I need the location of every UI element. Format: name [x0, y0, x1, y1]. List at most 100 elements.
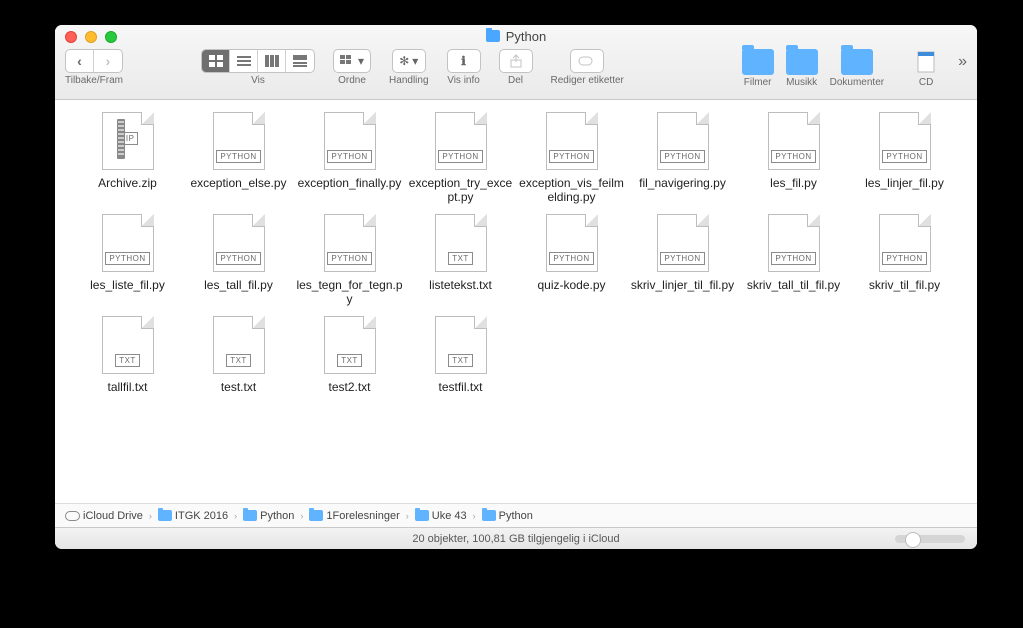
file-label: listetekst.txt	[429, 278, 492, 292]
zoom-button[interactable]	[105, 31, 117, 43]
file-item[interactable]: PYTHONskriv_tall_til_fil.py	[739, 214, 848, 306]
folder-icon	[158, 510, 172, 521]
toolbar-overflow-button[interactable]: »	[958, 49, 967, 71]
shortcut-label: Filmer	[744, 77, 772, 88]
path-separator-icon: ›	[149, 511, 152, 521]
file-label: les_liste_fil.py	[90, 278, 165, 292]
path-label: iCloud Drive	[83, 510, 143, 522]
file-item[interactable]: TXTtest2.txt	[295, 316, 404, 394]
path-segment[interactable]: iCloud Drive	[65, 510, 143, 522]
tag-icon	[578, 55, 596, 67]
file-label: skriv_linjer_til_fil.py	[631, 278, 734, 292]
minimize-button[interactable]	[85, 31, 97, 43]
file-kind-badge: PYTHON	[660, 150, 704, 163]
file-label: test.txt	[221, 380, 256, 394]
path-segment[interactable]: ITGK 2016	[158, 510, 228, 522]
file-kind-badge: PYTHON	[327, 252, 371, 265]
file-item[interactable]: PYTHONles_fil.py	[739, 112, 848, 204]
close-button[interactable]	[65, 31, 77, 43]
file-icon: TXT	[435, 214, 487, 272]
share-button[interactable]	[499, 49, 533, 73]
file-icon: PYTHON	[546, 214, 598, 272]
file-icon: TXT	[213, 316, 265, 374]
arrange-button[interactable]: ▾	[333, 49, 371, 73]
view-coverflow-button[interactable]	[286, 50, 314, 72]
file-kind-badge: TXT	[226, 354, 251, 367]
view-columns-button[interactable]	[258, 50, 286, 72]
file-kind-badge: PYTHON	[882, 150, 926, 163]
file-label: les_fil.py	[770, 176, 817, 190]
file-icon: PYTHON	[324, 214, 376, 272]
file-label: tallfil.txt	[107, 380, 147, 394]
file-item[interactable]: TXTtestfil.txt	[406, 316, 515, 394]
file-label: skriv_til_fil.py	[869, 278, 940, 292]
file-item[interactable]: PYTHONfil_navigering.py	[628, 112, 737, 204]
view-icons-button[interactable]	[202, 50, 230, 72]
info-button[interactable]: ℹ︎	[447, 49, 481, 73]
forward-button[interactable]: ›	[94, 50, 122, 72]
folder-icon	[243, 510, 257, 521]
share-label: Del	[508, 75, 523, 86]
file-icon: PYTHON	[879, 112, 931, 170]
file-item[interactable]: PYTHON skriv_til_fil.py	[850, 214, 959, 306]
file-item[interactable]: TXT test.txt	[184, 316, 293, 394]
file-item[interactable]: PYTHONles_tegn_for_tegn.py	[295, 214, 404, 306]
view-group: Vis	[201, 49, 315, 86]
file-item[interactable]: TXT listetekst.txt	[406, 214, 515, 306]
action-button[interactable]: ✻▾	[392, 49, 426, 73]
shortcut-musikk[interactable]: Musikk	[786, 49, 818, 88]
file-icon: PYTHON	[879, 214, 931, 272]
path-separator-icon: ›	[300, 511, 303, 521]
titlebar: Python ‹ › Tilbake/Fram	[55, 25, 977, 100]
back-button[interactable]: ‹	[66, 50, 94, 72]
file-item[interactable]: PYTHON les_liste_fil.py	[73, 214, 182, 306]
file-item[interactable]: PYTHONexception_try_except.py	[406, 112, 515, 204]
file-item[interactable]: PYTHON skriv_linjer_til_fil.py	[628, 214, 737, 306]
finder-window: Python ‹ › Tilbake/Fram	[55, 25, 977, 549]
file-label: exception_else.py	[190, 176, 286, 190]
shortcut-filmer[interactable]: Filmer	[742, 49, 774, 88]
file-item[interactable]: TXTtallfil.txt	[73, 316, 182, 394]
folder-icon	[742, 49, 774, 75]
path-segment[interactable]: Python	[243, 510, 294, 522]
path-label: Uke 43	[432, 510, 467, 522]
path-label: Python	[260, 510, 294, 522]
file-item[interactable]: PYTHONexception_finally.py	[295, 112, 404, 204]
file-icon: PYTHON	[102, 214, 154, 272]
file-item[interactable]: PYTHONquiz-kode.py	[517, 214, 626, 306]
file-kind-badge: TXT	[448, 252, 473, 265]
path-segment[interactable]: Python	[482, 510, 533, 522]
path-bar: iCloud Drive › ITGK 2016 › Python › 1Forelesni…	[55, 503, 977, 527]
cd-group: CD	[912, 49, 940, 88]
file-icon: PYTHON	[213, 214, 265, 272]
cd-label: CD	[919, 77, 933, 88]
file-label: Archive.zip	[98, 176, 157, 190]
file-label: exception_try_except.py	[407, 176, 515, 204]
tags-label: Rediger etiketter	[551, 75, 624, 86]
cd-icon[interactable]	[912, 49, 940, 75]
file-item[interactable]: PYTHONles_linjer_fil.py	[850, 112, 959, 204]
file-icon: ZIP	[102, 112, 154, 170]
shortcut-dokumenter[interactable]: Dokumenter	[830, 49, 884, 88]
file-label: testfil.txt	[438, 380, 482, 394]
file-grid: ZIPArchive.zipPYTHONexception_else.pyPYT…	[55, 100, 977, 503]
file-kind-badge: PYTHON	[660, 252, 704, 265]
view-list-button[interactable]	[230, 50, 258, 72]
file-icon: PYTHON	[657, 112, 709, 170]
file-item[interactable]: PYTHONexception_vis_feilmelding.py	[517, 112, 626, 204]
tags-button[interactable]	[570, 49, 604, 73]
file-item[interactable]: PYTHONexception_else.py	[184, 112, 293, 204]
file-item[interactable]: PYTHONles_tall_fil.py	[184, 214, 293, 306]
path-segment[interactable]: Uke 43	[415, 510, 467, 522]
file-label: skriv_tall_til_fil.py	[747, 278, 840, 292]
folder-icon	[841, 49, 873, 75]
icon-size-slider[interactable]	[895, 535, 965, 543]
info-label: Vis info	[447, 75, 480, 86]
path-label: 1Forelesninger	[326, 510, 399, 522]
path-separator-icon: ›	[473, 511, 476, 521]
path-segment[interactable]: 1Forelesninger	[309, 510, 399, 522]
share-icon	[509, 54, 523, 68]
folder-icon	[486, 30, 500, 42]
file-item[interactable]: ZIP Archive.zip	[73, 112, 182, 204]
info-group: ℹ︎ Vis info	[447, 49, 481, 86]
